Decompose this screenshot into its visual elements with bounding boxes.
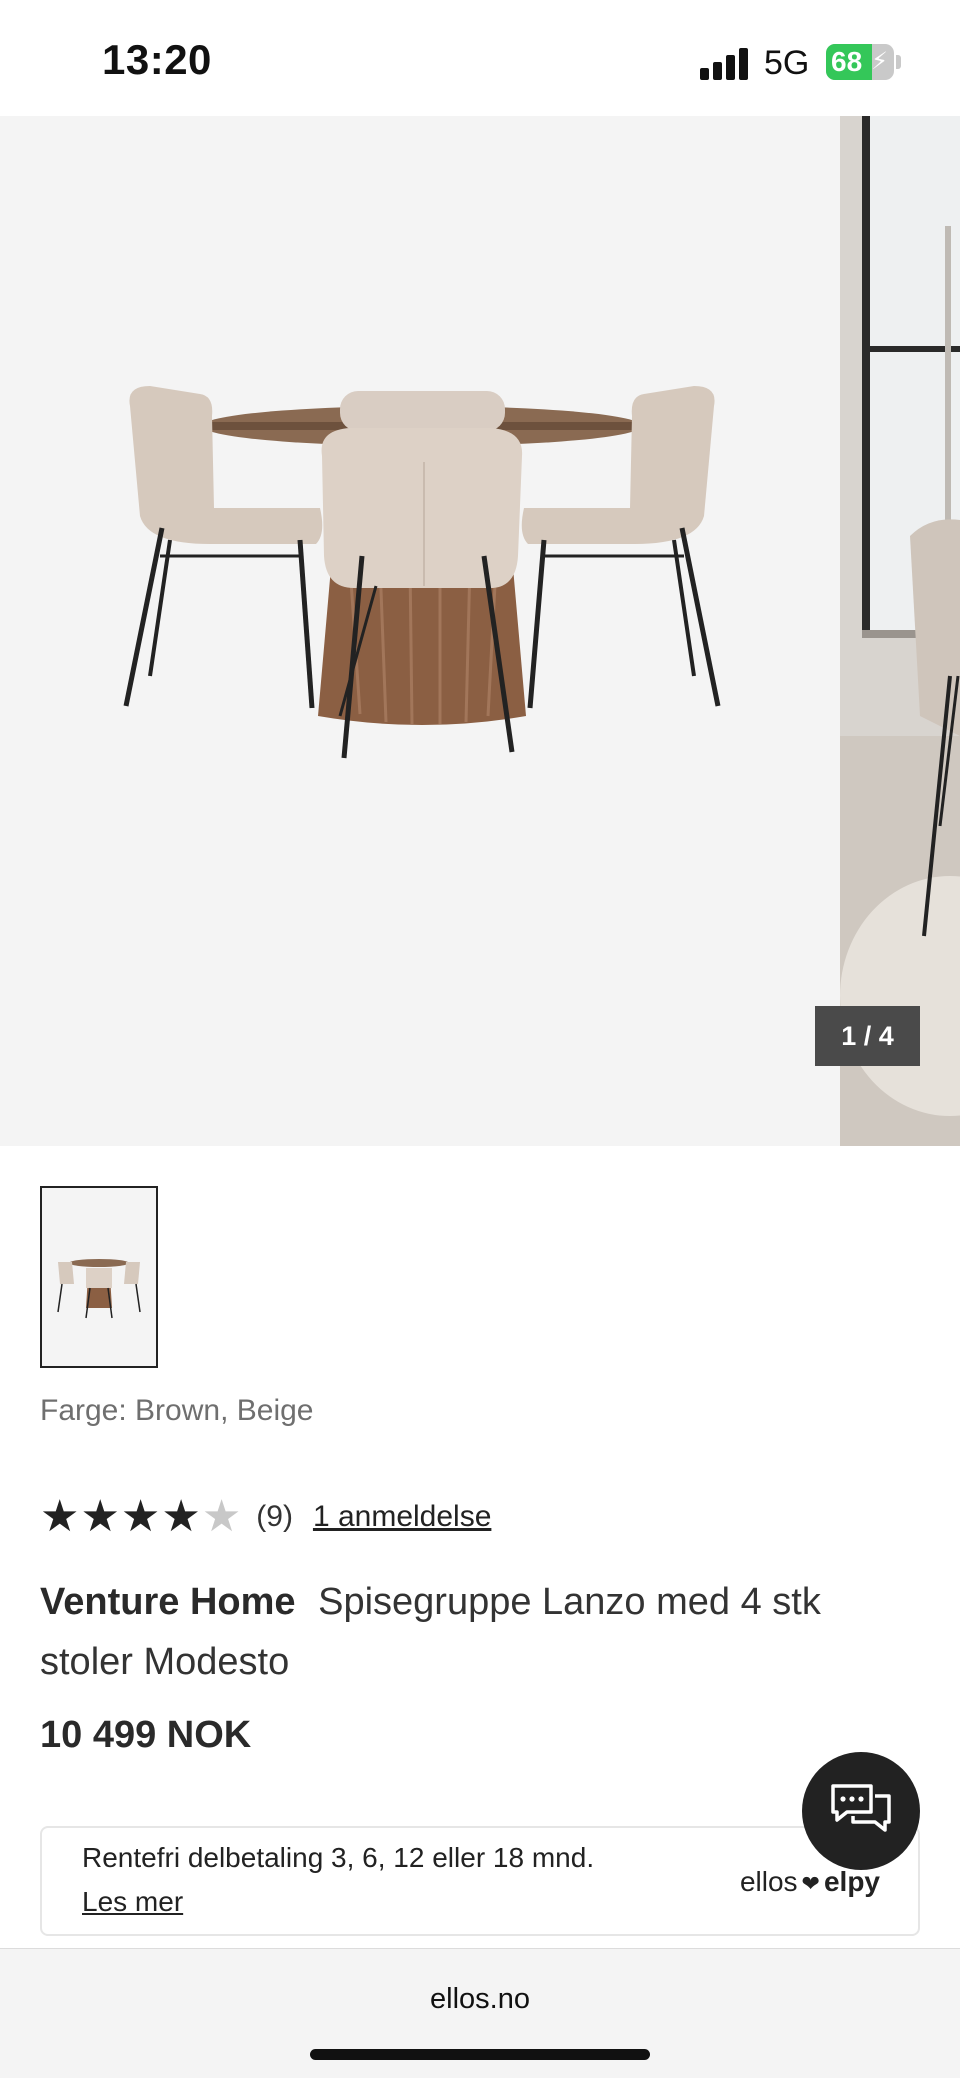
- rating: ★ ★ ★ ★ ★ (9) 1 anmeldelse: [40, 1494, 491, 1540]
- browser-address-bar[interactable]: ellos.no: [0, 1948, 960, 2078]
- battery-level: 68: [831, 46, 863, 77]
- product-price: 10 499 NOK: [40, 1714, 252, 1756]
- star-icon: ★: [80, 1492, 120, 1541]
- financing-banner: Rentefri delbetaling 3, 6, 12 eller 18 m…: [40, 1826, 920, 1936]
- battery-cap: [896, 55, 901, 69]
- home-indicator[interactable]: [310, 2049, 650, 2060]
- color-label: Farge: Brown, Beige: [40, 1394, 314, 1427]
- network-label: 5G: [764, 44, 810, 82]
- chat-icon: [831, 1784, 891, 1832]
- heart-icon: ❤: [801, 1871, 820, 1896]
- star-icon: ★: [161, 1492, 201, 1541]
- partner-logo: ellos ❤ elpy: [740, 1866, 880, 1898]
- room-scene-illustration: [840, 116, 960, 1146]
- product-image[interactable]: [0, 116, 838, 1146]
- chat-button[interactable]: [802, 1752, 920, 1870]
- signal-icon: [700, 48, 752, 80]
- status-bar: 13:20 5G 68 ⚡: [0, 0, 960, 116]
- charging-icon: ⚡: [871, 48, 888, 75]
- product-title: Venture Home Spisegruppe Lanzo med 4 stk…: [40, 1572, 920, 1692]
- thumbnail-image[interactable]: [40, 1186, 158, 1368]
- dining-set-illustration: [123, 386, 721, 759]
- star-empty-icon: ★: [201, 1492, 242, 1541]
- star-icon: ★: [120, 1492, 161, 1541]
- next-product-image[interactable]: [840, 116, 960, 1146]
- partner-logo-ellos: ellos: [739, 1866, 798, 1897]
- status-time: 13:20: [102, 36, 212, 83]
- product-brand[interactable]: Venture Home: [40, 1581, 296, 1623]
- financing-text: Rentefri delbetaling 3, 6, 12 eller 18 m…: [82, 1842, 595, 1873]
- image-counter: 1 / 4: [815, 1006, 920, 1066]
- image-gallery[interactable]: 1 / 4: [0, 116, 960, 1146]
- rating-count: (9): [256, 1500, 293, 1533]
- reviews-link[interactable]: 1 anmeldelse: [313, 1500, 491, 1534]
- star-icon: ★: [40, 1492, 80, 1541]
- url-text[interactable]: ellos.no: [0, 1983, 960, 2016]
- financing-read-more-link[interactable]: Les mer: [82, 1886, 183, 1918]
- thumbnail-illustration: [57, 1259, 141, 1319]
- partner-logo-elpy: elpy: [823, 1866, 880, 1897]
- battery-icon: 68 ⚡: [826, 44, 894, 80]
